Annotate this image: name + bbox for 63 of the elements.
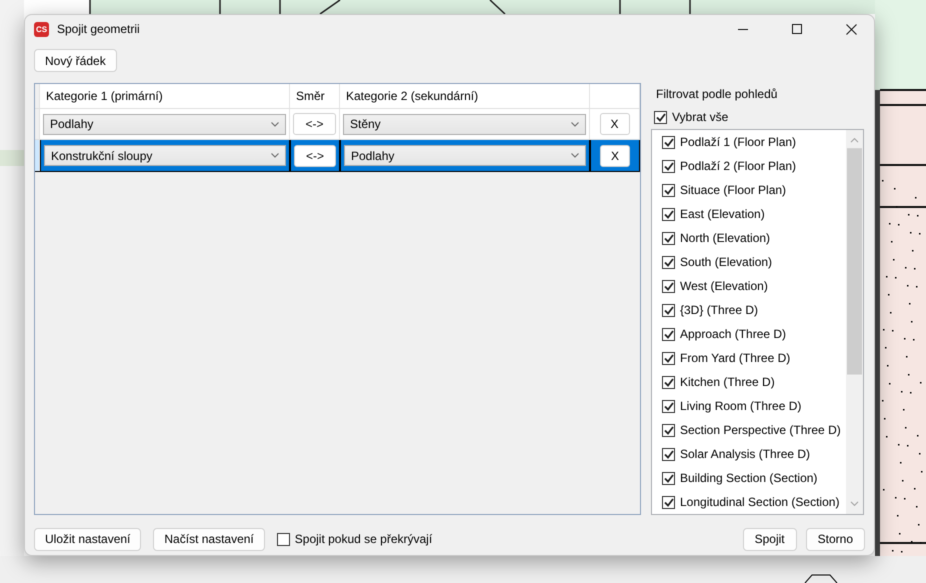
category-dropdown[interactable]: Podlahy xyxy=(344,145,586,166)
checkbox[interactable] xyxy=(662,328,675,340)
direction-button[interactable]: <-> xyxy=(294,144,336,166)
checkbox[interactable] xyxy=(662,352,675,364)
view-label: {3D} (Three D) xyxy=(680,303,758,317)
checkbox[interactable] xyxy=(662,208,675,220)
save-settings-button[interactable]: Uložit nastavení xyxy=(34,528,142,550)
view-label: North (Elevation) xyxy=(680,231,770,245)
checkbox-label: Vybrat vše xyxy=(672,110,728,124)
checkbox[interactable] xyxy=(662,448,675,460)
checkbox[interactable] xyxy=(662,136,675,148)
maximize-icon xyxy=(792,24,802,34)
scrollbar[interactable] xyxy=(846,130,863,514)
view-label: From Yard (Three D) xyxy=(680,351,790,365)
chevron-icon xyxy=(571,122,579,126)
grid-row[interactable]: Podlahy <-> Stěny X xyxy=(35,109,640,140)
checkbox[interactable] xyxy=(662,280,675,292)
checkbox[interactable] xyxy=(662,256,675,268)
delete-button[interactable]: X xyxy=(600,113,630,135)
view-label: West (Elevation) xyxy=(680,279,768,293)
load-settings-button[interactable]: Načíst nastavení xyxy=(153,528,265,550)
view-label: East (Elevation) xyxy=(680,207,765,221)
checkbox-label: Spojit pokud se překrývají xyxy=(294,532,432,546)
outline-drawing xyxy=(804,574,838,583)
window-title: Spojit geometrii xyxy=(57,22,141,36)
view-label: Podlaží 1 (Floor Plan) xyxy=(680,135,796,149)
grid-row[interactable]: Konstrukční sloupy <-> Podlahy X xyxy=(35,140,640,172)
checkbox[interactable] xyxy=(662,304,675,316)
category-dropdown[interactable]: Konstrukční sloupy xyxy=(44,145,286,166)
chevron-icon xyxy=(271,153,279,158)
checkbox[interactable] xyxy=(276,532,290,546)
view-label: Longitudinal Section (Section) xyxy=(680,495,840,509)
view-label: Building Section (Section) xyxy=(680,471,818,485)
checkbox[interactable] xyxy=(662,184,675,196)
view-label: Approach (Three D) xyxy=(680,327,786,341)
view-label: Podlaží 2 (Floor Plan) xyxy=(680,159,796,173)
checkbox[interactable] xyxy=(662,232,675,244)
category-dropdown[interactable]: Podlahy xyxy=(43,114,286,134)
checkbox[interactable] xyxy=(662,160,675,172)
view-label: Section Perspective (Three D) xyxy=(680,423,841,437)
chevron-icon xyxy=(271,122,279,126)
view-label: Kitchen (Three D) xyxy=(680,375,775,389)
filter-title: Filtrovat podle pohledů xyxy=(655,87,778,103)
new-row-button[interactable]: Nový řádek xyxy=(34,49,117,72)
checkbox[interactable] xyxy=(662,424,675,436)
direction-button[interactable]: <-> xyxy=(293,113,336,135)
view-label: Solar Analysis (Three D) xyxy=(680,447,810,461)
checkbox[interactable] xyxy=(662,376,675,388)
checkbox[interactable] xyxy=(662,472,675,484)
view-label: Living Room (Three D) xyxy=(680,399,802,413)
checkbox[interactable] xyxy=(662,496,675,508)
side-panel-drawing xyxy=(0,150,24,166)
app-logo: CS xyxy=(34,22,49,36)
join-button[interactable]: Spojit xyxy=(742,528,797,550)
delete-button[interactable]: X xyxy=(600,144,630,166)
chevron-icon xyxy=(571,153,579,158)
cancel-button[interactable]: Storno xyxy=(806,528,865,550)
checkbox[interactable] xyxy=(662,400,675,412)
checkbox[interactable] xyxy=(654,110,667,124)
view-label: South (Elevation) xyxy=(680,255,772,269)
close-icon xyxy=(846,24,856,34)
view-label: Situace (Floor Plan) xyxy=(680,183,786,197)
category-dropdown[interactable]: Stěny xyxy=(343,114,586,134)
